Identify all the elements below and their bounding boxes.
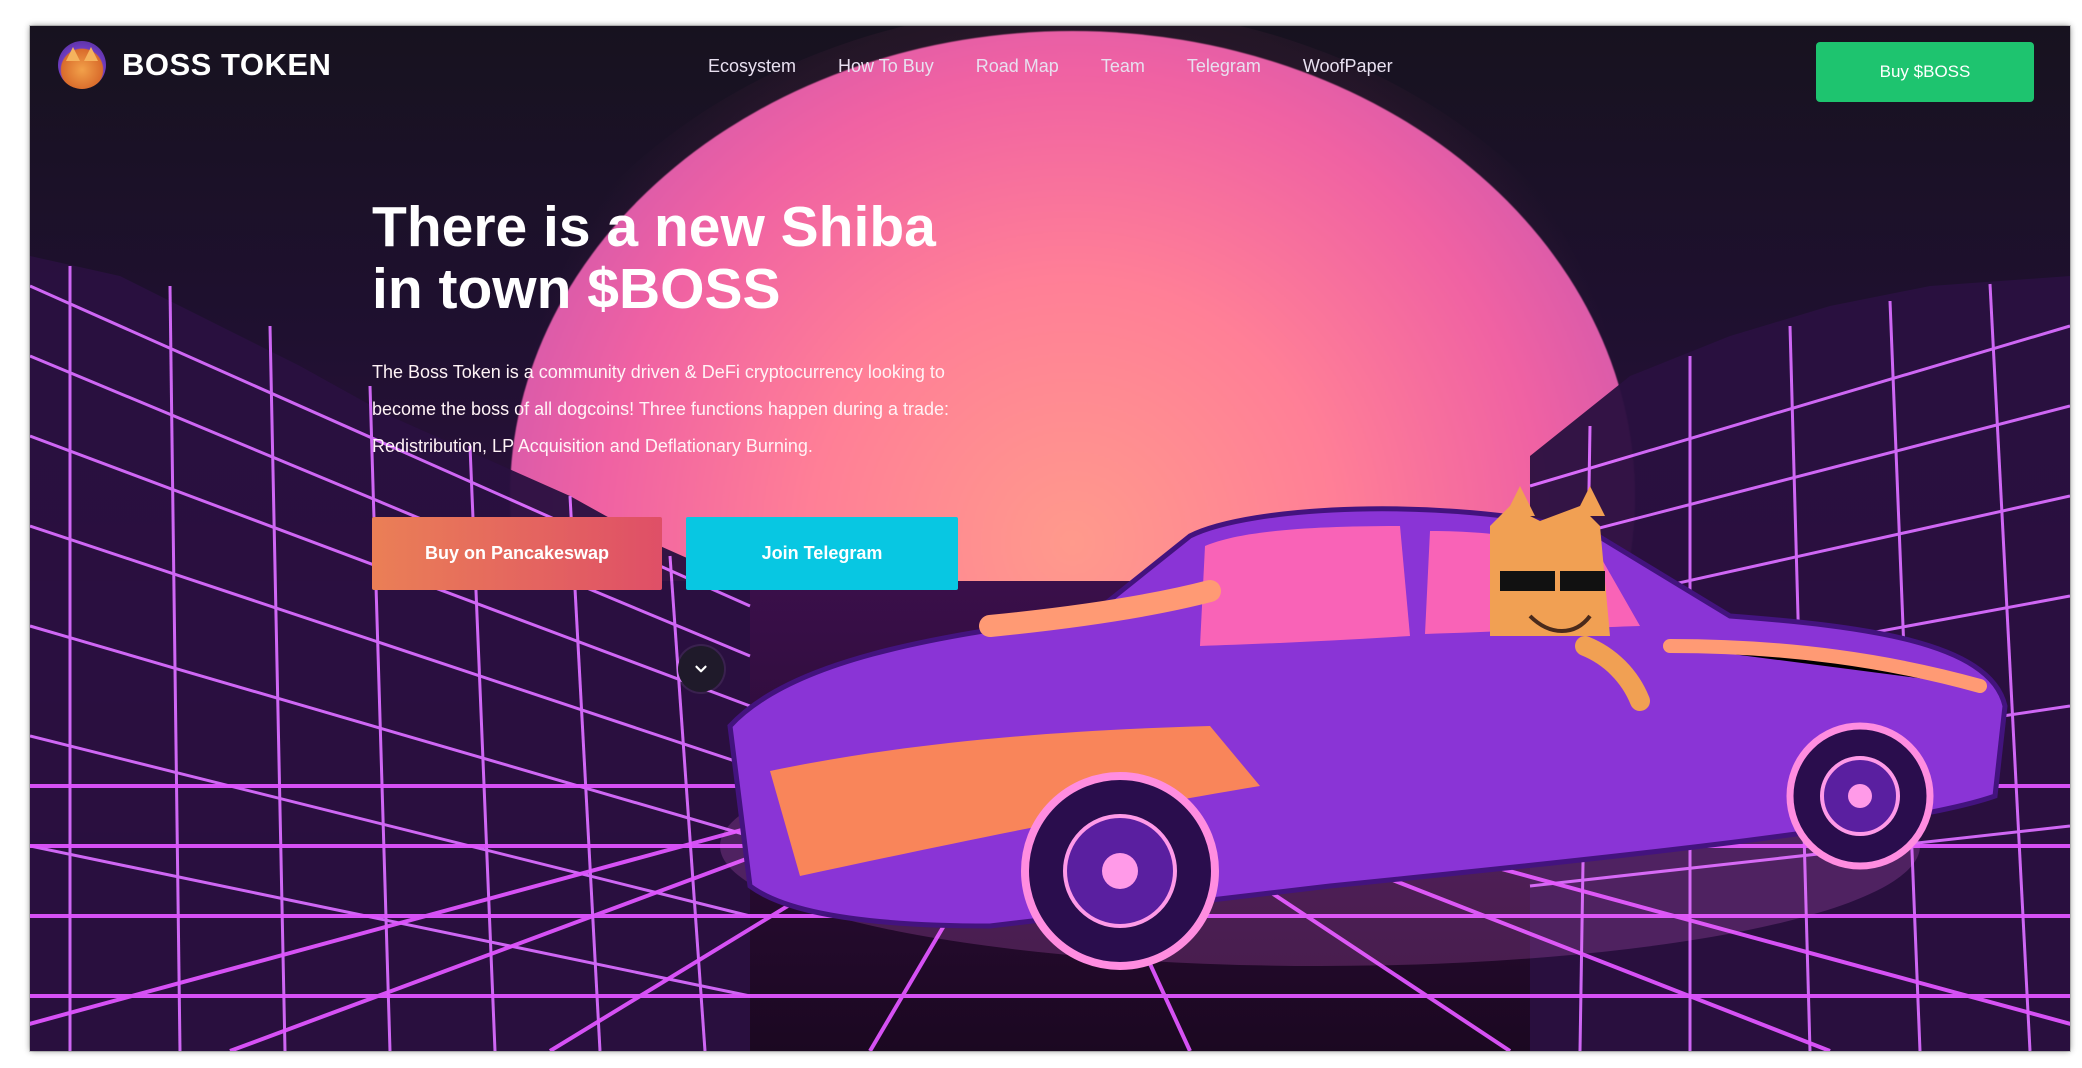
nav-link-telegram[interactable]: Telegram bbox=[1187, 56, 1261, 77]
hero-description: The Boss Token is a community driven & D… bbox=[372, 354, 1052, 465]
chevron-down-icon bbox=[695, 665, 707, 673]
hero-description-line-2: become the boss of all dogcoins! Three f… bbox=[372, 399, 950, 419]
nav-link-team[interactable]: Team bbox=[1101, 56, 1145, 77]
top-navbar: BOSS TOKEN Ecosystem How To Buy Road Map… bbox=[30, 26, 2070, 108]
hero-background bbox=[30, 26, 2070, 1051]
join-telegram-button[interactable]: Join Telegram bbox=[686, 517, 958, 590]
nav-link-how-to-buy[interactable]: How To Buy bbox=[838, 56, 934, 77]
browser-viewport: BOSS TOKEN Ecosystem How To Buy Road Map… bbox=[30, 26, 2070, 1051]
buy-on-pancakeswap-button[interactable]: Buy on Pancakeswap bbox=[372, 517, 662, 590]
brand-name: BOSS TOKEN bbox=[122, 47, 332, 82]
grid-floor bbox=[30, 581, 2070, 1051]
nav-link-ecosystem[interactable]: Ecosystem bbox=[708, 56, 796, 77]
hero-title: There is a new Shiba in town $BOSS bbox=[372, 196, 1092, 320]
nav-links: Ecosystem How To Buy Road Map Team Teleg… bbox=[708, 56, 1393, 77]
scroll-down-button[interactable] bbox=[678, 646, 724, 692]
buy-boss-button[interactable]: Buy $BOSS bbox=[1816, 42, 2034, 102]
shiba-logo-icon bbox=[58, 41, 106, 89]
brand-home-link[interactable]: BOSS TOKEN bbox=[58, 41, 331, 89]
nav-link-road-map[interactable]: Road Map bbox=[976, 56, 1059, 77]
hero-description-line-3: Redistribution, LP Acquisition and Defla… bbox=[372, 436, 813, 456]
hero-title-line-1: There is a new Shiba bbox=[372, 195, 936, 259]
hero-description-line-1: The Boss Token is a community driven & D… bbox=[372, 362, 945, 382]
hero-content: There is a new Shiba in town $BOSS The B… bbox=[372, 196, 1092, 465]
nav-link-woofpaper[interactable]: WoofPaper bbox=[1303, 56, 1393, 77]
hero-title-line-2: in town $BOSS bbox=[372, 257, 781, 321]
hero-cta-row: Buy on Pancakeswap Join Telegram bbox=[372, 517, 958, 590]
